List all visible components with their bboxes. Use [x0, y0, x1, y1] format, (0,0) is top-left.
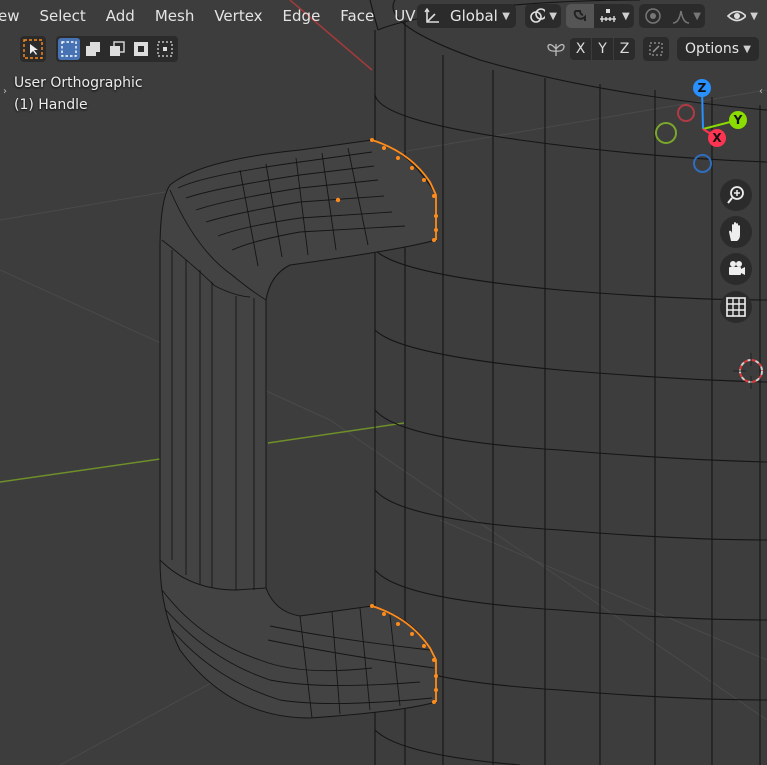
mirror-y-button[interactable]: Y	[591, 38, 613, 60]
gizmo-z-positive[interactable]: Z	[693, 79, 711, 97]
mirror-z-button[interactable]: Z	[613, 38, 635, 60]
projection-toggle-button[interactable]	[720, 291, 752, 323]
gizmo-y-positive[interactable]: Y	[729, 111, 747, 129]
snap-target-dropdown[interactable]: ▼	[594, 4, 634, 28]
gizmo-x-negative[interactable]	[677, 104, 695, 122]
chevron-down-icon: ▼	[622, 10, 630, 22]
orientation-label: Global	[450, 7, 498, 25]
magnet-icon	[573, 10, 586, 21]
pivot-dropdown[interactable]: ▼	[525, 4, 561, 28]
select-tool-row	[20, 35, 178, 63]
menu-mesh[interactable]: Mesh	[145, 4, 205, 28]
zoom-in-icon	[727, 186, 744, 204]
select-extend-button[interactable]	[82, 38, 104, 60]
menu-view[interactable]: ew	[0, 4, 30, 28]
proportional-edit-toggle[interactable]	[639, 4, 667, 28]
chevron-down-icon: ▼	[549, 10, 557, 22]
link-icon	[530, 8, 546, 23]
transform-orientation-group: Global ▼	[417, 3, 516, 29]
menu-face[interactable]: Face	[330, 4, 384, 28]
gizmo-z-negative[interactable]	[693, 154, 712, 173]
pivot-group: ▼	[525, 3, 561, 29]
mirror-x-button[interactable]: X	[570, 38, 591, 60]
zoom-button[interactable]	[720, 179, 752, 211]
y-axis-line-2	[267, 422, 405, 444]
navigation-gizmo[interactable]: Z Y X	[648, 74, 758, 184]
chevron-down-icon: ▼	[743, 43, 751, 55]
select-invert-icon	[134, 42, 148, 56]
chevron-down-icon: ▼	[750, 10, 758, 22]
overlay-visibility-dropdown[interactable]: ▼	[722, 4, 762, 28]
3d-viewport[interactable]: ew Select Add Mesh Vertex Edge Face UV G…	[0, 0, 767, 765]
select-subtract-icon	[110, 41, 125, 56]
object-name: (1) Handle	[14, 97, 88, 113]
cursor-select-icon	[23, 39, 43, 59]
select-new-icon	[61, 41, 77, 57]
gizmo-y-negative[interactable]	[655, 122, 677, 144]
toolbar-expand-arrow[interactable]: ›	[0, 84, 10, 98]
mirror-toggle[interactable]	[544, 37, 568, 61]
transform-orientation-dropdown[interactable]: Global ▼	[417, 4, 516, 28]
3d-cursor	[733, 353, 763, 389]
falloff-dropdown[interactable]: ▼	[667, 4, 705, 28]
proportional-edit-icon	[645, 8, 661, 24]
options-dropdown[interactable]: Options ▼	[677, 37, 759, 61]
select-invert-button[interactable]	[130, 38, 152, 60]
select-subtract-button[interactable]	[106, 38, 128, 60]
selection-mode-group	[56, 36, 178, 62]
chevron-down-icon: ▼	[693, 10, 701, 22]
auto-merge-button[interactable]	[643, 37, 669, 61]
select-intersect-button[interactable]	[154, 38, 176, 60]
proportional-edit-group: ▼	[639, 3, 705, 29]
view-name: User Orthographic	[14, 75, 143, 91]
snapping-group: ▼	[566, 3, 634, 29]
gizmo-x-positive[interactable]: X	[708, 129, 726, 147]
pan-button[interactable]	[720, 216, 752, 248]
select-extend-icon	[86, 42, 100, 56]
visibility-group: ▼	[722, 3, 762, 29]
menu-vertex[interactable]: Vertex	[204, 4, 272, 28]
select-new-button[interactable]	[58, 38, 80, 60]
menu-edge[interactable]: Edge	[273, 4, 331, 28]
mirror-axis-group: X Y Z	[570, 38, 635, 60]
menu-add[interactable]: Add	[96, 4, 145, 28]
camera-icon	[729, 261, 745, 275]
orientation-axes-icon	[424, 7, 439, 23]
snap-toggle[interactable]	[566, 4, 594, 28]
grid-icon	[726, 297, 746, 317]
falloff-curve-icon	[672, 10, 690, 24]
mirror-options-row: X Y Z Options ▼	[544, 35, 759, 63]
eye-icon	[726, 10, 747, 22]
snap-increment-icon	[600, 9, 616, 22]
select-tool-button[interactable]	[20, 36, 46, 62]
select-intersect-icon	[157, 41, 173, 57]
auto-merge-icon	[649, 42, 663, 56]
menu-select[interactable]: Select	[30, 4, 96, 28]
chevron-down-icon: ▼	[502, 10, 510, 22]
options-label: Options	[685, 41, 740, 57]
butterfly-mirror-icon	[547, 43, 565, 56]
camera-view-button[interactable]	[720, 253, 752, 285]
hand-icon	[729, 222, 740, 241]
